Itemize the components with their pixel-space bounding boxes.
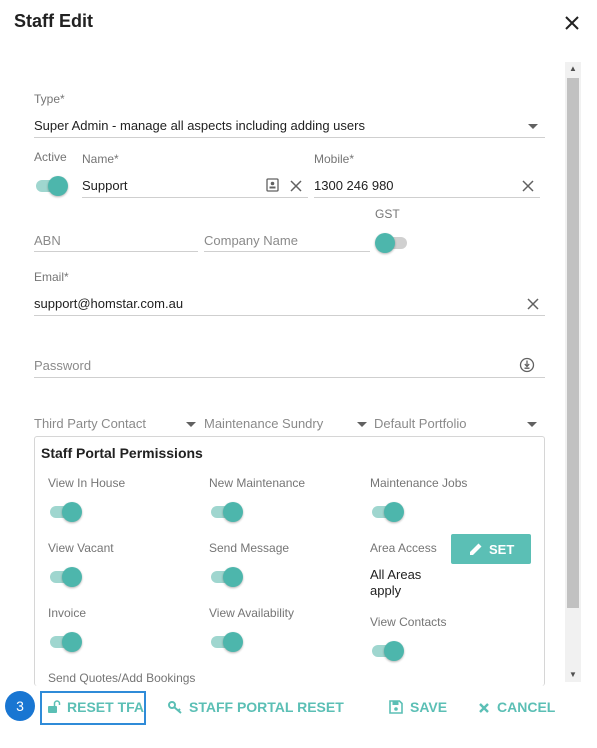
send-message-toggle[interactable] — [209, 567, 243, 587]
view-contacts-toggle[interactable] — [370, 641, 404, 661]
invoice-label: Invoice — [48, 606, 87, 620]
email-underline — [34, 315, 545, 316]
save-label: SAVE — [410, 699, 448, 715]
default-portfolio-chevron-icon[interactable] — [527, 422, 537, 427]
area-access-set-button[interactable]: SET — [451, 534, 531, 564]
set-button-label: SET — [489, 542, 515, 557]
reset-tfa-label: RESET TFA — [67, 699, 145, 715]
contact-card-icon[interactable] — [266, 178, 279, 192]
view-availability-toggle[interactable] — [209, 632, 243, 652]
name-clear-icon[interactable] — [289, 179, 303, 193]
maintenance-jobs-label: Maintenance Jobs — [370, 476, 468, 490]
third-party-chevron-icon[interactable] — [186, 422, 196, 427]
save-icon — [389, 700, 403, 714]
type-label: Type* — [34, 92, 65, 106]
view-availability-label: View Availability — [209, 606, 294, 620]
key-icon — [168, 701, 182, 714]
maintenance-sundry-select[interactable]: Maintenance Sundry — [204, 416, 323, 431]
send-message-label: Send Message — [209, 541, 290, 555]
third-party-contact-select[interactable]: Third Party Contact — [34, 416, 146, 431]
cancel-x-icon — [479, 703, 489, 713]
view-in-house-toggle[interactable] — [48, 502, 82, 522]
unlock-icon — [48, 700, 61, 713]
gst-label: GST — [375, 207, 400, 221]
area-access-label: Area Access — [370, 541, 437, 555]
email-label: Email* — [34, 270, 69, 284]
view-in-house-label: View In House — [48, 476, 126, 490]
active-toggle[interactable] — [34, 176, 68, 196]
scroll-up-arrow-icon[interactable]: ▲ — [565, 62, 581, 76]
type-dropdown-chevron-icon[interactable] — [528, 124, 538, 129]
scrollbar-thumb[interactable] — [567, 78, 579, 608]
close-icon[interactable] — [561, 12, 583, 34]
new-maintenance-label: New Maintenance — [209, 476, 306, 490]
type-select-value[interactable]: Super Admin - manage all aspects includi… — [34, 118, 365, 133]
area-access-value-line2: apply — [370, 583, 402, 598]
pencil-icon — [470, 543, 482, 555]
abn-underline — [34, 251, 198, 252]
password-underline — [34, 377, 545, 378]
staff-portal-reset-label: STAFF PORTAL RESET — [189, 699, 344, 715]
password-field[interactable]: Password — [34, 358, 91, 373]
cancel-button[interactable]: CANCEL — [478, 699, 556, 719]
step-number-badge: 3 — [5, 691, 35, 721]
company-name-underline — [204, 251, 370, 252]
name-field[interactable]: Support — [82, 178, 128, 193]
gst-toggle[interactable] — [375, 233, 409, 253]
cancel-label: CANCEL — [497, 699, 556, 715]
permissions-title: Staff Portal Permissions — [41, 445, 203, 461]
view-vacant-toggle[interactable] — [48, 567, 82, 587]
maintenance-jobs-toggle[interactable] — [370, 502, 404, 522]
mobile-clear-icon[interactable] — [521, 179, 535, 193]
new-maintenance-toggle[interactable] — [209, 502, 243, 522]
invoice-toggle[interactable] — [48, 632, 82, 652]
maintenance-sundry-chevron-icon[interactable] — [357, 422, 367, 427]
abn-field[interactable]: ABN — [34, 233, 61, 248]
dialog-title: Staff Edit — [14, 11, 93, 31]
content-scrollbar[interactable]: ▲ ▼ — [565, 62, 581, 682]
active-label: Active — [34, 150, 67, 164]
save-button[interactable]: SAVE — [389, 699, 449, 719]
password-reveal-icon[interactable] — [519, 357, 535, 373]
mobile-underline — [314, 197, 540, 198]
mobile-field[interactable]: 1300 246 980 — [314, 178, 394, 193]
type-underline — [34, 137, 545, 138]
staff-edit-dialog: Staff Edit Type* Super Admin - manage al… — [0, 0, 597, 748]
area-access-value: All Areas — [370, 567, 422, 582]
name-underline — [82, 197, 308, 198]
reset-tfa-button[interactable]: RESET TFA — [47, 699, 145, 719]
email-field[interactable]: support@homstar.com.au — [34, 296, 183, 311]
send-quotes-label: Send Quotes/Add Bookings — [48, 671, 196, 685]
name-label: Name* — [82, 152, 119, 166]
email-clear-icon[interactable] — [526, 297, 540, 311]
staff-portal-reset-button[interactable]: STAFF PORTAL RESET — [168, 699, 344, 719]
default-portfolio-select[interactable]: Default Portfolio — [374, 416, 467, 431]
view-contacts-label: View Contacts — [370, 615, 447, 629]
view-vacant-label: View Vacant — [48, 541, 114, 555]
company-name-field[interactable]: Company Name — [204, 233, 298, 248]
mobile-label: Mobile* — [314, 152, 355, 166]
scroll-down-arrow-icon[interactable]: ▼ — [565, 668, 581, 682]
